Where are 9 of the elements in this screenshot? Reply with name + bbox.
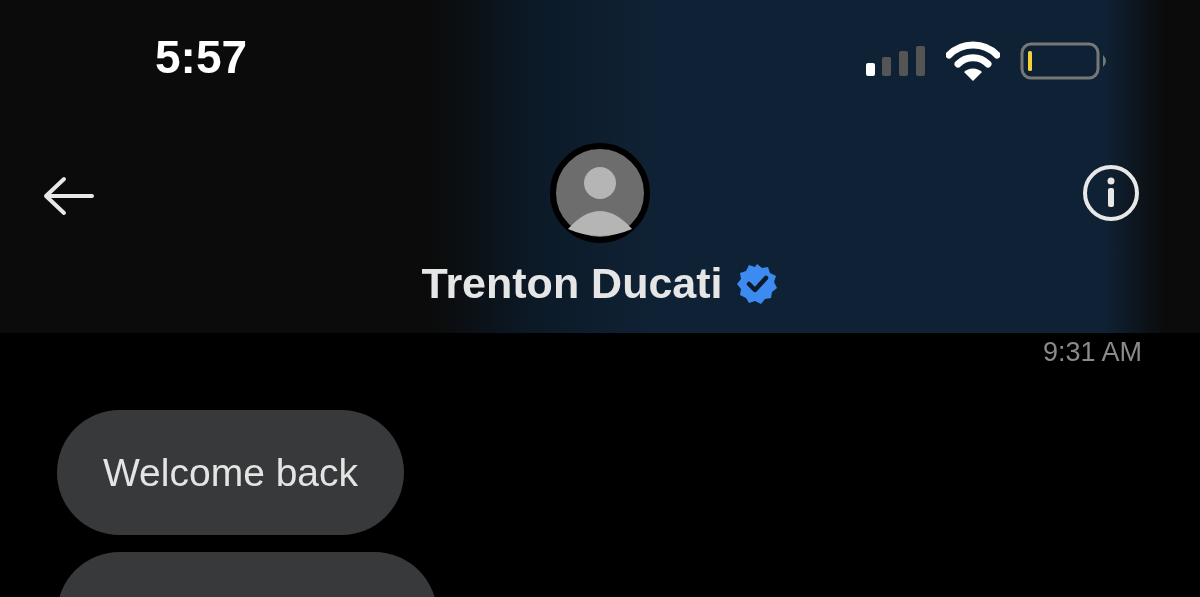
wifi-icon — [946, 41, 1000, 81]
status-time: 5:57 — [155, 30, 248, 84]
signal-icon — [866, 46, 926, 76]
avatar-icon[interactable] — [550, 143, 650, 243]
contact-name: Trenton Ducati — [421, 259, 723, 308]
message-timestamp: 9:31 AM — [1042, 337, 1142, 368]
info-button[interactable] — [1082, 164, 1140, 222]
back-button[interactable] — [42, 176, 94, 216]
message-bubble[interactable]: Welcome back — [57, 410, 405, 535]
